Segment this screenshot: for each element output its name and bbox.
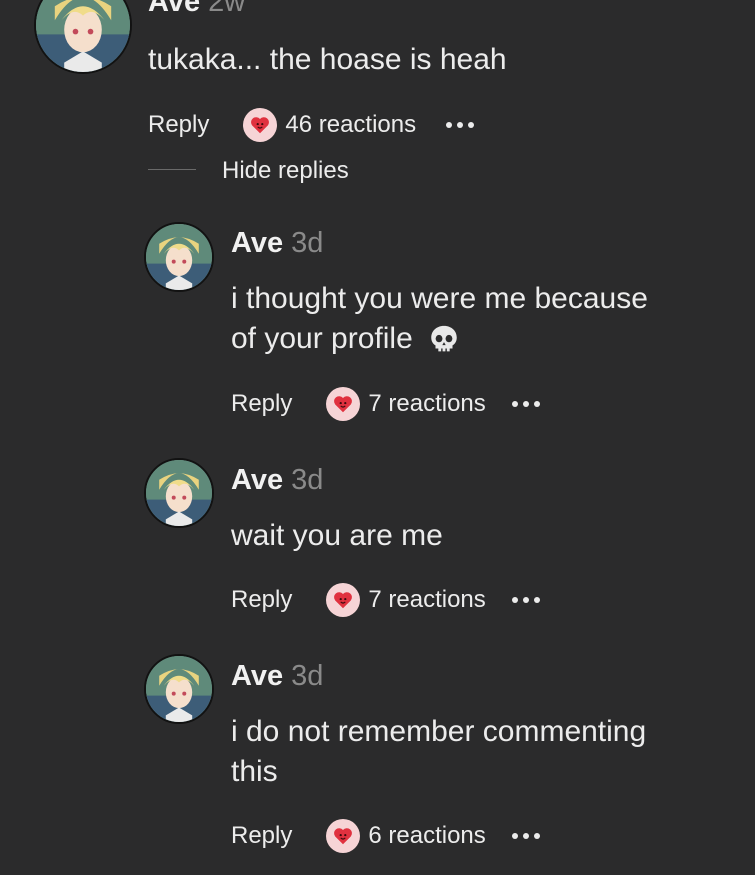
reply-button[interactable]: Reply [148, 111, 209, 139]
comment-actions: Reply 7 reactions [231, 582, 540, 618]
reactions-button[interactable]: 6 reactions [326, 819, 486, 853]
heart-icon [243, 108, 278, 142]
avatar-image [146, 460, 212, 526]
avatar[interactable] [144, 654, 214, 724]
avatar[interactable] [144, 458, 214, 528]
avatar-image [146, 656, 212, 722]
heart-icon [326, 387, 361, 421]
reactions-button[interactable]: 7 reactions [326, 387, 486, 421]
avatar[interactable] [34, 0, 132, 74]
heart-icon [326, 583, 361, 617]
comment-actions: Reply 46 reactions [148, 107, 475, 143]
comment-author[interactable]: Ave 3d [231, 227, 323, 260]
more-dots-icon[interactable] [511, 597, 540, 603]
reactions-count: 46 reactions [285, 111, 417, 138]
comment-actions: Reply 6 reactions [231, 818, 540, 854]
reactions-count: 7 reactions [368, 586, 486, 613]
comment-text: i do not remember commenting this [231, 712, 646, 792]
comment-time: 3d [291, 464, 324, 496]
avatar-image [36, 0, 130, 72]
avatar[interactable] [144, 222, 214, 292]
comment-text: i thought you were me because of your pr… [231, 279, 648, 359]
comment-text: wait you are me [231, 519, 443, 552]
comment-text-line: i do not remember commenting [231, 715, 647, 748]
comment-actions: Reply 7 reactions [231, 386, 540, 422]
reactions-button[interactable]: 7 reactions [326, 583, 486, 617]
comment-time: 2w [208, 0, 246, 18]
comment-text-line: this [231, 755, 278, 788]
comment-author[interactable]: Ave 3d [231, 660, 323, 693]
reply-button[interactable]: Reply [231, 822, 292, 850]
more-dots-icon[interactable] [511, 833, 540, 839]
comment-text-line: i thought you were me because [231, 282, 648, 315]
comment-author[interactable]: Ave 2w [148, 0, 245, 19]
reactions-count: 6 reactions [368, 822, 486, 849]
hide-replies-button[interactable]: Hide replies [222, 157, 349, 185]
comment-time: 3d [291, 227, 324, 259]
comment-author[interactable]: Ave 3d [231, 464, 323, 497]
reply-button[interactable]: Reply [231, 390, 292, 418]
comment-text-line: of your profile [231, 319, 648, 359]
skull-icon [431, 325, 457, 352]
avatar-image [146, 224, 212, 290]
reactions-button[interactable]: 46 reactions [243, 108, 416, 142]
more-dots-icon[interactable] [446, 122, 475, 128]
reply-button[interactable]: Reply [231, 586, 292, 614]
heart-icon [326, 819, 361, 853]
comment-text: tukaka... the hoase is heah [148, 43, 507, 76]
comment-time: 3d [291, 660, 324, 692]
reactions-count: 7 reactions [368, 390, 486, 417]
more-dots-icon[interactable] [511, 401, 540, 407]
replies-divider [148, 169, 196, 170]
